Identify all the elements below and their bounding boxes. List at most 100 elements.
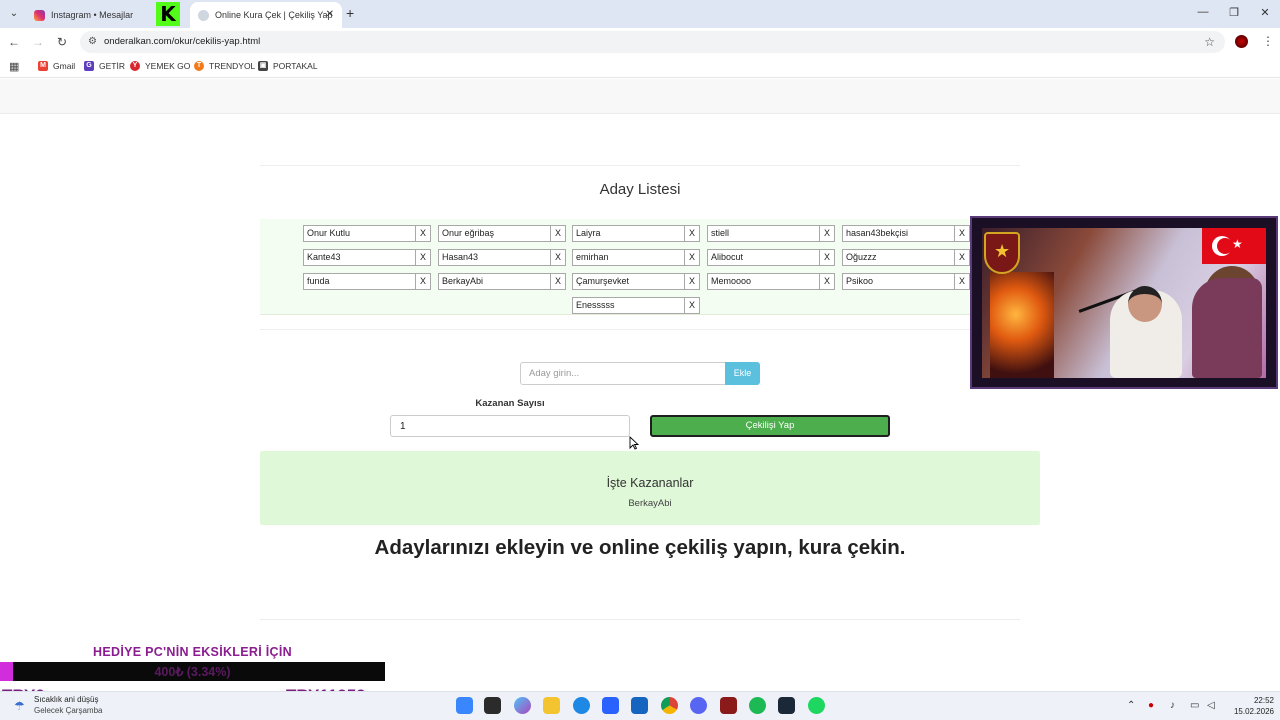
remove-candidate-button[interactable]: X (820, 249, 835, 266)
microphone-icon[interactable]: ♪ (1170, 700, 1175, 711)
candidate-input[interactable]: Aday girin... (520, 362, 726, 385)
close-window-icon[interactable]: ✕ (1250, 6, 1280, 19)
address-bar[interactable]: ⚙ onderalkan.com/okur/cekilis-yap.html ☆ (80, 31, 1225, 53)
close-tab-icon[interactable]: ✕ (326, 9, 334, 20)
remove-candidate-button[interactable]: X (955, 249, 970, 266)
task-view-icon[interactable] (484, 697, 501, 714)
remove-candidate-button[interactable]: X (416, 273, 431, 290)
tab-search-icon[interactable]: ⌄ (6, 6, 22, 22)
bookmark-getir[interactable]: G GETİR (84, 61, 125, 71)
candidate-name-field[interactable]: emirhan (572, 249, 685, 266)
profile-avatar[interactable] (1235, 35, 1248, 48)
back-arrow-icon[interactable]: ← (6, 35, 22, 49)
file-explorer-icon[interactable] (543, 697, 560, 714)
remove-candidate-button[interactable]: X (416, 225, 431, 242)
bookmark-label: PORTAKAL (273, 61, 318, 71)
bookmark-label: YEMEK GO (145, 61, 191, 71)
divider (260, 165, 1020, 166)
app-icon[interactable] (720, 697, 737, 714)
bookmark-yemek-go[interactable]: Y YEMEK GO (130, 61, 190, 71)
remove-candidate-button[interactable]: X (551, 273, 566, 290)
winner-count-input[interactable]: 1 (390, 415, 630, 437)
candidate-name-field[interactable]: Hasan43 (438, 249, 551, 266)
candidate-list: Onur Kutlu X Onur eğribaş X Laiyra Xstiell Xha… (260, 219, 1040, 315)
candidate-name-field[interactable]: Kante43 (303, 249, 416, 266)
mail-icon[interactable] (631, 697, 648, 714)
edge-icon[interactable] (573, 697, 590, 714)
remove-candidate-button[interactable]: X (416, 249, 431, 266)
remove-candidate-button[interactable]: X (551, 225, 566, 242)
bookmark-gmail[interactable]: M Gmail (38, 61, 75, 71)
bookmark-label: Gmail (53, 61, 76, 71)
minimize-icon[interactable]: — (1188, 6, 1218, 18)
gaming-pc-image (990, 272, 1054, 378)
bookmark-portakal[interactable]: ▣ PORTAKAL (258, 61, 318, 71)
candidate-name-field[interactable]: Psikoo (842, 273, 955, 290)
add-candidate-button[interactable]: Ekle (725, 362, 760, 385)
discord-icon[interactable] (690, 697, 707, 714)
candidate-item: Laiyra X (572, 225, 700, 242)
remove-candidate-button[interactable]: X (820, 273, 835, 290)
candidate-item: Onur Kutlu X (303, 225, 431, 242)
tray-security-icon[interactable]: ● (1148, 700, 1154, 711)
tray-chevron-icon[interactable]: ⌃ (1127, 700, 1135, 711)
candidate-name-field[interactable]: stiell (707, 225, 820, 242)
network-icon[interactable]: ▭ (1190, 700, 1199, 711)
chrome-icon[interactable] (661, 697, 678, 714)
candidate-name-field[interactable]: funda (303, 273, 416, 290)
url-text[interactable]: onderalkan.com/okur/cekilis-yap.html (104, 36, 260, 47)
remove-candidate-button[interactable]: X (685, 225, 700, 242)
whatsapp-icon[interactable] (749, 697, 766, 714)
draw-button[interactable]: Çekilişi Yap (650, 415, 890, 437)
winners-title: İşte Kazananlar (606, 476, 694, 490)
remove-candidate-button[interactable]: X (551, 249, 566, 266)
instagram-icon (34, 9, 45, 21)
restore-icon[interactable]: ❐ (1219, 6, 1249, 19)
weather-headline[interactable]: Sıcaklık ani düşüş (34, 695, 98, 704)
candidate-name-field[interactable]: Onur eğribaş (438, 225, 551, 242)
candidate-name-field[interactable]: Çamurşevket (572, 273, 685, 290)
start-icon[interactable] (456, 697, 473, 714)
forward-arrow-icon[interactable]: → (30, 35, 46, 49)
candidate-name-field[interactable]: Laiyra (572, 225, 685, 242)
weather-subline[interactable]: Gelecek Çarşamba (34, 706, 102, 715)
candidate-name-field[interactable]: Alibocut (707, 249, 820, 266)
spotify-icon[interactable] (808, 697, 825, 714)
bookmark-trendyol[interactable]: T TRENDYOL (194, 61, 255, 71)
candidate-name-field[interactable]: Oğuzzz (842, 249, 955, 266)
bookmarks-bar: ▦ M Gmail G GETİR Y YEMEK GO T TRENDYOL … (0, 56, 1280, 78)
new-tab-icon[interactable]: + (346, 5, 354, 21)
reload-icon[interactable]: ↻ (54, 35, 70, 49)
clock[interactable]: 22:52 15.02.2026 (1222, 695, 1274, 717)
kick-logo-icon: K (156, 2, 180, 26)
steam-icon[interactable] (778, 697, 795, 714)
donation-progress-bar: 400₺ (3.34%) (0, 662, 385, 681)
remove-candidate-button[interactable]: X (685, 249, 700, 266)
clock-date: 15.02.2026 (1233, 707, 1274, 716)
candidate-item: stiell X (707, 225, 835, 242)
candidate-name-field[interactable]: Onur Kutlu (303, 225, 416, 242)
remove-candidate-button[interactable]: X (955, 273, 970, 290)
site-info-icon[interactable]: ⚙ (88, 36, 97, 47)
menu-kebab-icon[interactable]: ⋮ (1262, 34, 1274, 48)
candidate-item: Kante43 X (303, 249, 431, 266)
divider (260, 619, 1020, 620)
turkish-flag-icon: ★ (1202, 228, 1266, 264)
candidate-name-field[interactable]: BerkayAbi (438, 273, 551, 290)
bookmark-star-icon[interactable]: ☆ (1204, 35, 1215, 49)
candidate-item: Memoooo X (707, 273, 835, 290)
candidate-name-field[interactable]: Memoooo (707, 273, 820, 290)
candidate-name-field[interactable]: hasan43bekçisi (842, 225, 955, 242)
candidate-item: emirhan X (572, 249, 700, 266)
tab-cekilis[interactable]: Online Kura Çek | Çekiliş Yap ✕ (190, 2, 342, 28)
apps-grid-icon[interactable]: ▦ (9, 60, 19, 73)
copilot-icon[interactable] (514, 697, 531, 714)
store-icon[interactable] (602, 697, 619, 714)
remove-candidate-button[interactable]: X (685, 297, 700, 314)
remove-candidate-button[interactable]: X (820, 225, 835, 242)
weather-icon[interactable]: ☂ (14, 699, 28, 713)
remove-candidate-button[interactable]: X (685, 273, 700, 290)
volume-icon[interactable]: ◁ (1207, 700, 1215, 711)
remove-candidate-button[interactable]: X (955, 225, 970, 242)
candidate-name-field[interactable]: Enesssss (572, 297, 685, 314)
